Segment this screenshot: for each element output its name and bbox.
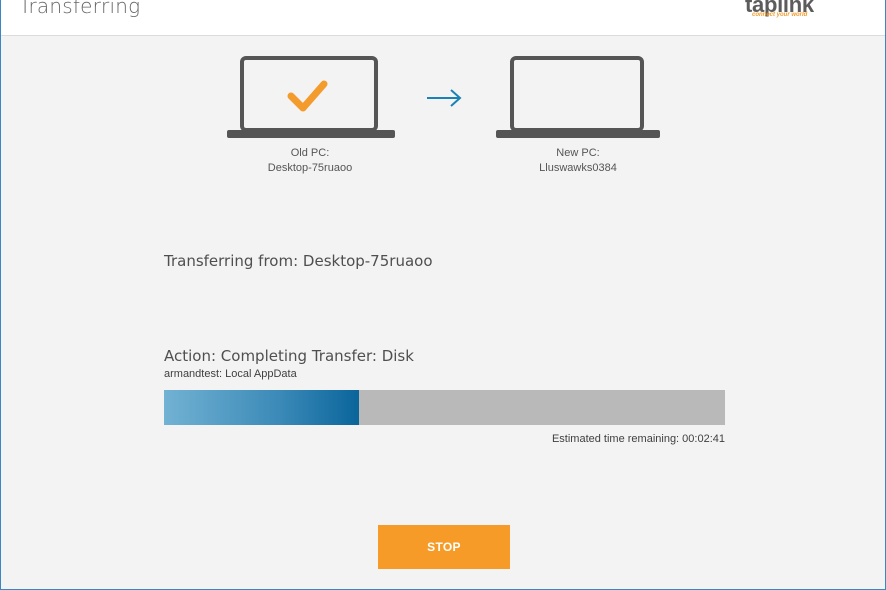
old-pc: Old PC: Desktop-75ruaoo (223, 55, 397, 176)
arrow-right-icon (427, 89, 462, 107)
checkmark-icon (287, 80, 328, 112)
progress-fill (164, 390, 359, 425)
logo: taplink connect your world (745, 0, 845, 24)
new-pc-label: New PC: (556, 147, 600, 159)
progress-bar (164, 390, 725, 425)
laptop-icon (496, 56, 660, 138)
stop-button[interactable]: STOP (378, 525, 510, 569)
transfer-source-text: Transferring from: Desktop-75ruaoo (164, 252, 433, 270)
old-pc-label: Old PC: (290, 147, 330, 159)
window-title: Transferring (19, 0, 141, 18)
laptop-icon (227, 56, 395, 138)
subaction-text: armandtest: Local AppData (164, 368, 297, 380)
logo-tagline: connect your world (752, 12, 808, 18)
eta-text: Estimated time remaining: 00:02:41 (551, 433, 725, 445)
old-pc-name: Desktop-75ruaoo (267, 162, 353, 174)
new-pc-name: Lluswawks0384 (539, 162, 617, 174)
new-pc: New PC: Lluswawks0384 (493, 55, 663, 176)
header-bar: Transferring taplink connect your world (1, 0, 885, 36)
transfer-window: Transferring taplink connect your world … (0, 0, 886, 590)
action-text: Action: Completing Transfer: Disk (164, 347, 414, 365)
